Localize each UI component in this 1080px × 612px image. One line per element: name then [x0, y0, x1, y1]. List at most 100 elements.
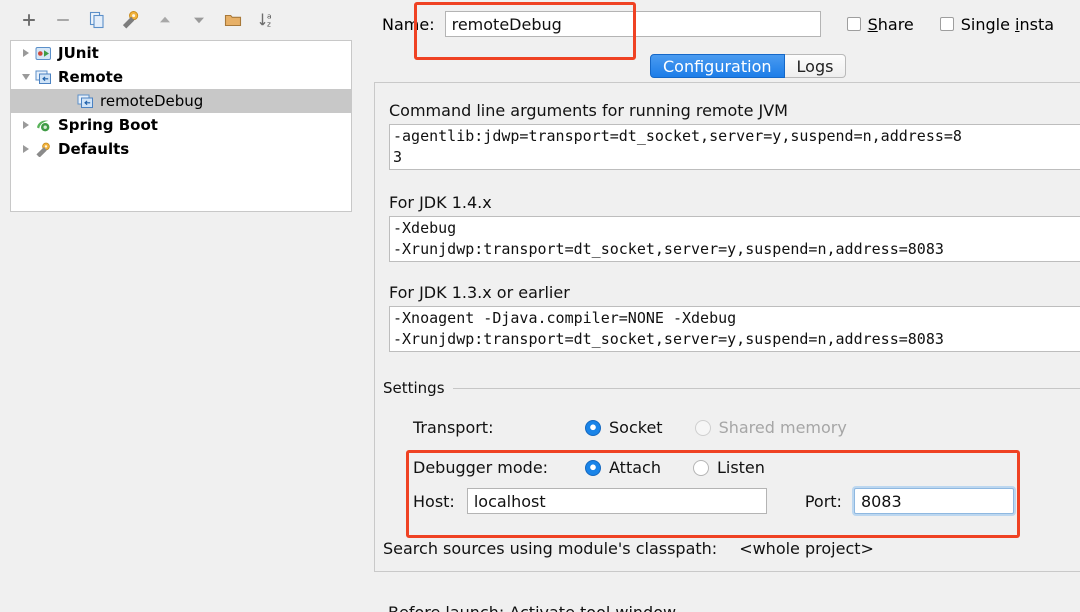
debugger-mode-row: Debugger mode: Attach Listen [413, 458, 765, 477]
checkbox-box[interactable] [939, 17, 954, 31]
move-up-button[interactable] [148, 6, 182, 34]
command-line-block: Command line arguments for running remot… [375, 101, 1080, 170]
tab-logs[interactable]: Logs [784, 54, 847, 78]
share-checkbox[interactable]: Share [846, 15, 914, 34]
single-instance-label: Single insta [961, 15, 1054, 34]
junit-icon [35, 45, 55, 61]
jdk13-block: For JDK 1.3.x or earlier -Xnoagent -Djav… [375, 283, 1080, 352]
sort-az-icon: a z [259, 12, 272, 28]
share-label-rest: hare [877, 14, 914, 34]
tree-item-junit[interactable]: JUnit [11, 41, 351, 65]
command-line-value: -agentlib:jdwp=transport=dt_socket,serve… [393, 127, 962, 166]
sort-alphabetically-button[interactable]: a z [250, 6, 284, 34]
radio-debugger-attach-label: Attach [609, 458, 661, 477]
configuration-editor: Name: remoteDebug Share Single insta Con… [368, 0, 1080, 612]
search-sources-row: Search sources using module's classpath:… [383, 537, 960, 559]
radio-debugger-listen-label: Listen [716, 458, 765, 477]
tree-item-label: remoteDebug [100, 92, 204, 110]
run-debug-configurations-dialog: a z JUnit Remote remoteDebug Spring Boot… [0, 0, 1080, 612]
host-input[interactable]: localhost [466, 488, 767, 514]
port-input-value: 8083 [860, 491, 902, 511]
share-label: Share [868, 15, 914, 34]
settings-group-title: Settings [383, 379, 445, 397]
add-button[interactable] [12, 6, 46, 34]
move-down-button[interactable] [182, 6, 216, 34]
tree-item-label: JUnit [58, 44, 99, 62]
minus-icon [57, 19, 69, 21]
remote-icon [35, 69, 55, 85]
configurations-sidebar: a z JUnit Remote remoteDebug Spring Boot… [0, 0, 368, 612]
copy-icon [89, 11, 104, 29]
radio-debugger-listen[interactable] [692, 459, 709, 476]
folder-icon [224, 14, 242, 27]
debugger-mode-label: Debugger mode: [413, 458, 549, 477]
tree-item-defaults[interactable]: Defaults [11, 137, 351, 161]
command-line-input[interactable]: -agentlib:jdwp=transport=dt_socket,serve… [389, 124, 1080, 170]
spring-boot-icon [35, 117, 55, 133]
command-line-label: Command line arguments for running remot… [389, 101, 788, 120]
port-label: Port: [804, 491, 842, 511]
tree-item-remotedebug[interactable]: remoteDebug [11, 89, 351, 113]
name-label: Name: [382, 14, 435, 34]
plus-icon [23, 14, 35, 26]
radio-debugger-attach[interactable] [585, 459, 601, 476]
share-mnemonic: S [867, 14, 878, 34]
remove-button[interactable] [46, 6, 80, 34]
edit-defaults-button[interactable] [114, 6, 148, 34]
jdk14-block: For JDK 1.4.x -Xdebug -Xrunjdwp:transpor… [375, 193, 1080, 262]
transport-label: Transport: [413, 418, 494, 437]
name-row: Name: remoteDebug Share Single insta [368, 8, 1054, 40]
radio-transport-shared-memory [694, 419, 711, 436]
wrench-icon [122, 11, 139, 29]
name-input[interactable]: remoteDebug [444, 11, 821, 37]
configurations-tree[interactable]: JUnit Remote remoteDebug Spring Boot Def… [10, 40, 352, 212]
tree-item-label: Remote [58, 68, 124, 86]
wrench-icon [35, 141, 55, 157]
configurations-toolbar: a z [0, 0, 368, 40]
search-sources-select[interactable]: <whole project> [733, 537, 960, 559]
jdk14-label: For JDK 1.4.x [389, 193, 492, 212]
host-input-value: localhost [473, 491, 546, 511]
tree-item-spring-boot[interactable]: Spring Boot [11, 113, 351, 137]
svg-text:z: z [267, 19, 271, 28]
new-folder-button[interactable] [216, 6, 250, 34]
jdk13-label: For JDK 1.3.x or earlier [389, 283, 570, 302]
tree-item-label: Spring Boot [58, 116, 158, 134]
tab-label: Logs [796, 56, 834, 76]
port-input[interactable]: 8083 [853, 488, 1014, 514]
host-port-row: Host: localhost Port: 8083 [413, 488, 1014, 514]
expand-toggle-defaults[interactable] [17, 137, 35, 161]
jdk13-value: -Xnoagent -Djava.compiler=NONE -Xdebug -… [393, 309, 944, 348]
single-instance-label-pre: Single [960, 14, 1016, 34]
search-sources-value: <whole project> [739, 538, 874, 558]
jdk13-input[interactable]: -Xnoagent -Djava.compiler=NONE -Xdebug -… [389, 306, 1080, 352]
tree-item-label: Defaults [58, 140, 130, 158]
jdk14-value: -Xdebug -Xrunjdwp:transport=dt_socket,se… [393, 219, 944, 258]
expand-toggle-junit[interactable] [17, 41, 35, 65]
transport-row: Transport: Socket Shared memory [413, 418, 847, 437]
jdk14-input[interactable]: -Xdebug -Xrunjdwp:transport=dt_socket,se… [389, 216, 1080, 262]
tab-configuration[interactable]: Configuration [650, 54, 785, 78]
single-instance-checkbox[interactable]: Single insta [939, 15, 1054, 34]
before-launch-label: Before launch: Activate tool window [388, 603, 808, 612]
settings-group-header: Settings [375, 379, 1080, 397]
collapse-toggle-remote[interactable] [17, 65, 35, 89]
checkbox-box[interactable] [846, 17, 861, 31]
host-label: Host: [413, 491, 455, 511]
arrow-down-icon [194, 17, 204, 24]
single-instance-label-rest: nsta [1019, 14, 1055, 34]
radio-transport-shared-memory-label: Shared memory [718, 418, 847, 437]
copy-button[interactable] [80, 6, 114, 34]
editor-tabs: Configuration Logs [368, 52, 1080, 80]
name-input-value: remoteDebug [451, 14, 562, 34]
tree-item-remote[interactable]: Remote [11, 65, 351, 89]
tab-label: Configuration [663, 56, 772, 76]
remote-icon [77, 93, 97, 109]
arrow-up-icon [160, 16, 170, 23]
expand-toggle-spring-boot[interactable] [17, 113, 35, 137]
search-sources-label: Search sources using module's classpath: [383, 538, 718, 558]
radio-transport-socket[interactable] [585, 419, 601, 436]
group-divider [452, 387, 1080, 389]
radio-transport-socket-label: Socket [609, 418, 663, 437]
